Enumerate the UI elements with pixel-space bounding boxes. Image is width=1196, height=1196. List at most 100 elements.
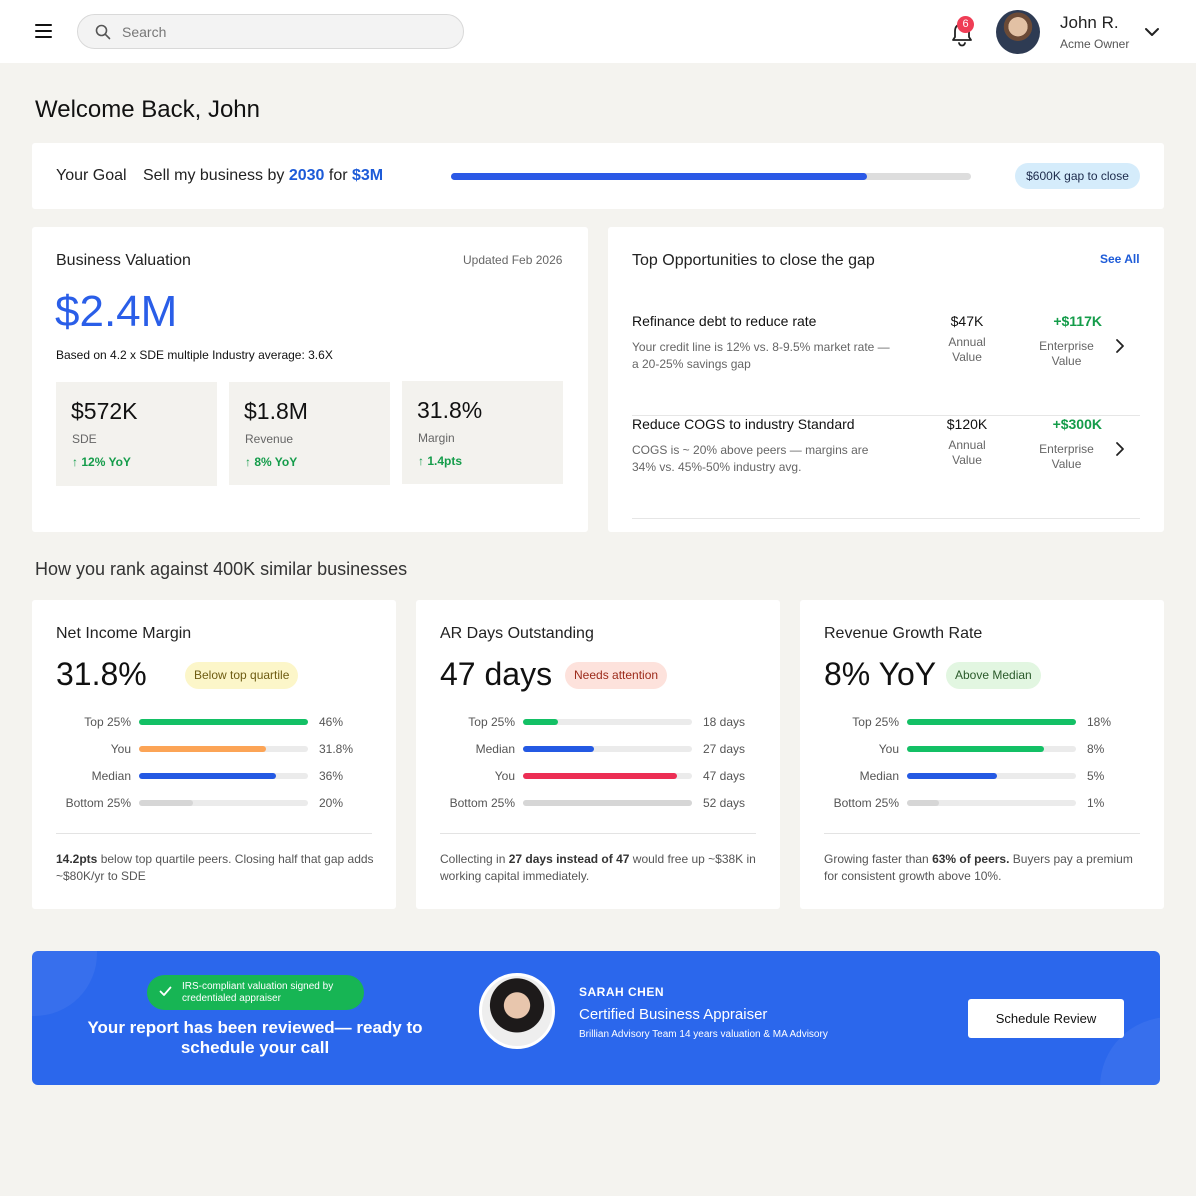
enterprise-value: +$300K bbox=[1052, 416, 1102, 432]
metric-margin: 31.8% Margin ↑ 1.4pts bbox=[402, 381, 563, 484]
review-banner: IRS-compliant valuation signed by creden… bbox=[32, 951, 1160, 1085]
metric-change-text: 12% YoY bbox=[81, 455, 131, 469]
note-text: below top quartile peers. Closing half t… bbox=[56, 852, 374, 883]
row-bar-fill bbox=[523, 746, 594, 752]
goal-year: 2030 bbox=[288, 167, 325, 184]
goal-text-prefix: Sell my business by bbox=[143, 167, 289, 184]
arrow-up-icon: ↑ bbox=[418, 454, 424, 468]
goal-card: Your Goal Sell my business by 2030 for $… bbox=[32, 143, 1164, 209]
opportunity-item[interactable]: Reduce COGS to industry Standard COGS is… bbox=[632, 416, 1140, 519]
metric-change: ↑ 8% YoY bbox=[245, 455, 297, 469]
benchmark-row: Bottom 25% 52 days bbox=[440, 796, 760, 810]
goal-text-mid: for bbox=[324, 167, 352, 184]
rank-heading: How you rank against 400K similar busine… bbox=[35, 559, 408, 579]
benchmark-card-ar-days: AR Days Outstanding 47 days Needs attent… bbox=[416, 600, 780, 909]
row-value: 31.8% bbox=[319, 742, 354, 756]
opportunity-desc: COGS is ~ 20% above peers — margins are … bbox=[632, 443, 869, 474]
row-value: 47 days bbox=[703, 769, 746, 783]
row-bar-fill bbox=[139, 773, 276, 779]
benchmark-note: 14.2pts below top quartile peers. Closin… bbox=[56, 851, 374, 885]
menu-icon[interactable] bbox=[35, 24, 53, 38]
enterprise-value-label: Enterprise Value bbox=[1039, 339, 1094, 368]
annual-value-label: Annual Value bbox=[948, 335, 986, 364]
note-bold: 63% of peers. bbox=[932, 852, 1010, 866]
status-badge: Needs attention bbox=[565, 662, 668, 689]
row-value: 1% bbox=[1087, 796, 1105, 810]
row-bar-track bbox=[139, 719, 308, 725]
enterprise-value-label: Enterprise Value bbox=[1039, 442, 1094, 471]
metric-sde: $572K SDE ↑ 12% YoY bbox=[56, 382, 217, 486]
benchmark-title: Net Income Margin bbox=[56, 625, 192, 642]
row-value: 18% bbox=[1087, 715, 1112, 729]
row-bar-fill bbox=[523, 719, 559, 725]
row-label: You bbox=[110, 742, 131, 756]
appraiser-name: SARAH CHEN bbox=[579, 985, 665, 999]
note-bold: 27 days instead of 47 bbox=[508, 852, 630, 866]
benchmark-title: AR Days Outstanding bbox=[440, 625, 594, 642]
row-bar-fill bbox=[139, 746, 266, 752]
opportunity-item[interactable]: Refinance debt to reduce rate Your credi… bbox=[632, 313, 1140, 416]
arrow-up-icon: ↑ bbox=[72, 455, 78, 469]
benchmark-row: Top 25% 46% bbox=[56, 715, 376, 729]
valuation-basis: Based on 4.2 x SDE multiple Industry ave… bbox=[56, 348, 333, 362]
row-bar-fill bbox=[907, 719, 1076, 725]
benchmark-card-revenue-growth: Revenue Growth Rate 8% YoY Above Median … bbox=[800, 600, 1164, 909]
goal-progress-bar bbox=[451, 173, 971, 180]
status-badge: Below top quartile bbox=[185, 662, 299, 689]
top-bar: 6 John R. Acme Owner bbox=[0, 0, 1196, 63]
appraiser-avatar bbox=[479, 973, 555, 1049]
annual-value-label: Annual Value bbox=[948, 438, 986, 467]
row-value: 5% bbox=[1087, 769, 1105, 783]
row-bar-track bbox=[907, 773, 1076, 779]
chevron-down-icon[interactable] bbox=[1144, 25, 1160, 39]
user-role: Acme Owner bbox=[1060, 37, 1130, 51]
row-bar-track bbox=[907, 800, 1076, 806]
chevron-right-icon[interactable] bbox=[1114, 441, 1126, 457]
gap-badge: $600K gap to close bbox=[1015, 163, 1140, 189]
benchmark-card-net-income: Net Income Margin 31.8% Below top quarti… bbox=[32, 600, 396, 909]
opportunity-title: Reduce COGS to industry Standard bbox=[632, 416, 855, 432]
arrow-up-icon: ↑ bbox=[245, 455, 251, 469]
row-label: Top 25% bbox=[84, 715, 131, 729]
benchmark-row: Top 25% 18 days bbox=[440, 715, 760, 729]
row-label: Bottom 25% bbox=[65, 796, 131, 810]
row-label: You bbox=[878, 742, 899, 756]
benchmark-row: Median 36% bbox=[56, 769, 376, 783]
row-value: 20% bbox=[319, 796, 344, 810]
annual-value: $120K bbox=[946, 416, 988, 432]
metric-change-text: 8% YoY bbox=[254, 455, 298, 469]
banner-message: Your report has been reviewed— ready to … bbox=[87, 1018, 423, 1057]
row-value: 8% bbox=[1087, 742, 1105, 756]
row-bar-fill bbox=[523, 773, 677, 779]
compliance-pill: IRS-compliant valuation signed by creden… bbox=[147, 975, 364, 1010]
valuation-card: Business Valuation Updated Feb 2026 $2.4… bbox=[32, 227, 588, 532]
row-bar-track bbox=[907, 719, 1076, 725]
search-icon bbox=[95, 24, 111, 40]
valuation-amount: $2.4M bbox=[55, 287, 178, 336]
row-bar-fill bbox=[523, 800, 692, 806]
search-input[interactable] bbox=[122, 23, 442, 41]
chevron-right-icon[interactable] bbox=[1114, 338, 1126, 354]
see-all-link[interactable]: See All bbox=[1100, 252, 1140, 266]
page-title: Welcome Back, John bbox=[35, 96, 260, 123]
search-box[interactable] bbox=[77, 14, 464, 49]
row-bar-fill bbox=[139, 800, 194, 806]
row-bar-track bbox=[523, 719, 692, 725]
goal-progress-fill bbox=[451, 173, 867, 180]
notification-badge: 6 bbox=[957, 16, 974, 33]
metric-change: ↑ 12% YoY bbox=[72, 455, 131, 469]
row-label: You bbox=[494, 769, 515, 783]
benchmark-row: Bottom 25% 20% bbox=[56, 796, 376, 810]
divider bbox=[824, 833, 1140, 834]
metric-value: $572K bbox=[71, 398, 138, 424]
row-label: Top 25% bbox=[852, 715, 899, 729]
benchmark-value: 31.8% bbox=[56, 656, 147, 692]
user-name: John R. bbox=[1060, 13, 1119, 32]
row-bar-track bbox=[907, 746, 1076, 752]
row-value: 52 days bbox=[703, 796, 746, 810]
row-value: 18 days bbox=[703, 715, 746, 729]
schedule-review-button[interactable]: Schedule Review bbox=[968, 999, 1124, 1038]
avatar[interactable] bbox=[996, 10, 1040, 54]
row-value: 46% bbox=[319, 715, 344, 729]
goal-text: Sell my business by 2030 for $3M bbox=[143, 167, 383, 185]
